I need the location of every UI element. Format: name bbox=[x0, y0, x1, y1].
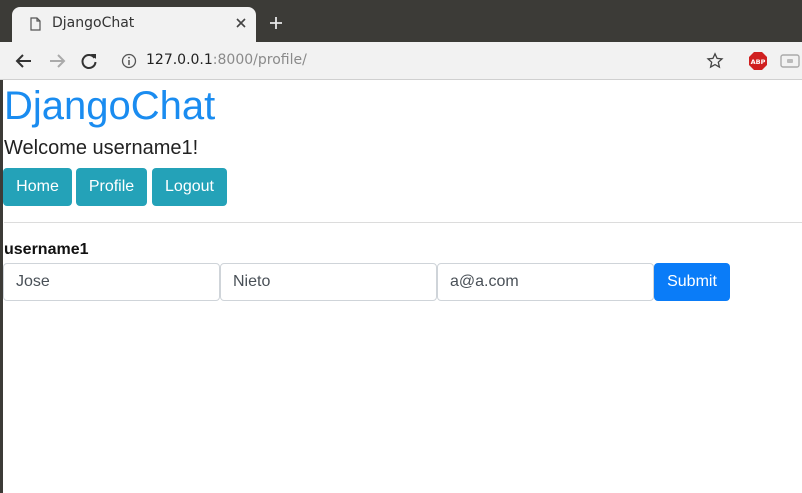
address-bar[interactable]: 127.0.0.1:8000/profile/ bbox=[146, 52, 307, 68]
email-field[interactable]: a@a.com bbox=[437, 263, 654, 301]
browser-tab[interactable]: DjangoChat bbox=[12, 7, 256, 42]
extension-icon[interactable] bbox=[780, 53, 802, 69]
submit-button[interactable]: Submit bbox=[654, 263, 730, 301]
star-icon[interactable] bbox=[706, 52, 724, 70]
forward-arrow-icon[interactable] bbox=[47, 51, 67, 71]
home-button[interactable]: Home bbox=[3, 168, 72, 206]
browser-tab-strip: DjangoChat bbox=[0, 0, 802, 42]
page-icon bbox=[30, 17, 41, 31]
close-icon[interactable] bbox=[234, 16, 248, 30]
reload-icon[interactable] bbox=[79, 51, 99, 71]
page-content: DjangoChat Welcome username1! Home Profi… bbox=[0, 80, 802, 493]
logout-button[interactable]: Logout bbox=[152, 168, 227, 206]
last-name-field[interactable]: Nieto bbox=[220, 263, 437, 301]
back-arrow-icon[interactable] bbox=[14, 51, 34, 71]
adblock-label: ABP bbox=[751, 58, 766, 66]
adblock-icon[interactable]: ABP bbox=[748, 51, 768, 71]
username-label: username1 bbox=[4, 241, 89, 258]
browser-toolbar: 127.0.0.1:8000/profile/ ABP bbox=[0, 42, 802, 80]
divider bbox=[4, 222, 802, 223]
info-icon[interactable] bbox=[121, 53, 137, 69]
tab-title: DjangoChat bbox=[52, 15, 135, 31]
first-name-field[interactable]: Jose bbox=[3, 263, 220, 301]
url-path: :8000/profile/ bbox=[212, 52, 307, 68]
brand-title[interactable]: DjangoChat bbox=[4, 83, 215, 129]
profile-button[interactable]: Profile bbox=[76, 168, 147, 206]
welcome-message: Welcome username1! bbox=[4, 137, 199, 159]
new-tab-icon[interactable] bbox=[268, 15, 284, 31]
url-host: 127.0.0.1 bbox=[146, 52, 213, 68]
